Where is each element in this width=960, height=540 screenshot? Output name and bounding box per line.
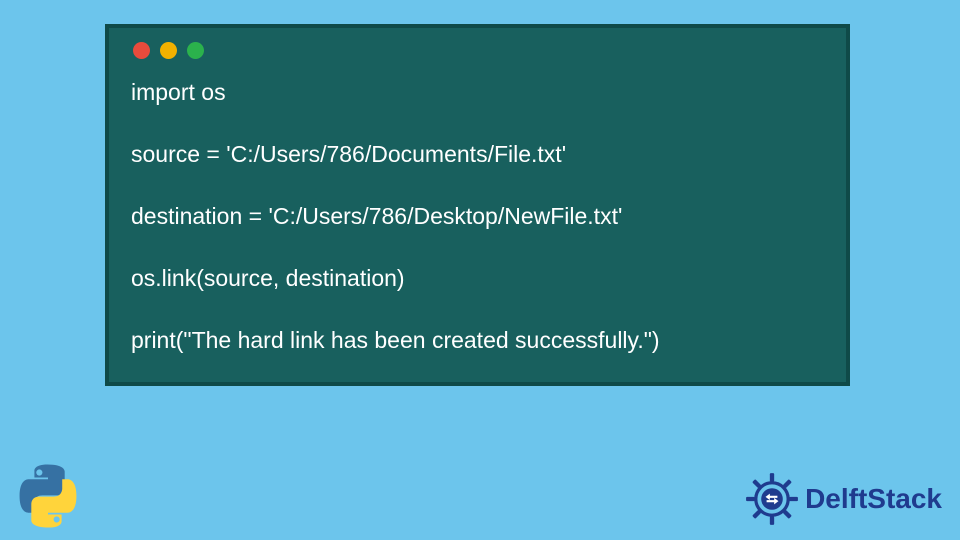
brand-logo: DelftStack bbox=[745, 472, 942, 526]
maximize-icon bbox=[187, 42, 204, 59]
python-logo-icon bbox=[14, 462, 82, 530]
code-window: import os source = 'C:/Users/786/Documen… bbox=[105, 24, 850, 386]
brand-name: DelftStack bbox=[805, 483, 942, 515]
code-block: import os source = 'C:/Users/786/Documen… bbox=[131, 77, 824, 356]
gear-icon bbox=[745, 472, 799, 526]
window-traffic-lights bbox=[133, 42, 824, 59]
minimize-icon bbox=[160, 42, 177, 59]
close-icon bbox=[133, 42, 150, 59]
